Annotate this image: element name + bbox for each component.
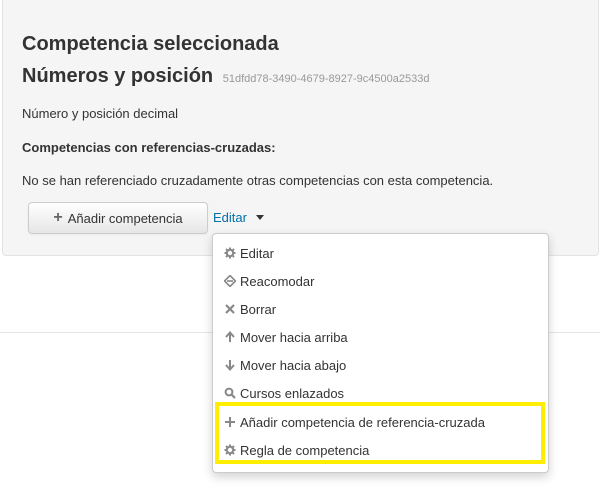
- competency-idnumber: 51dfdd78-3490-4679-8927-9c4500a2533d: [222, 73, 430, 85]
- menu-item-label: Borrar: [240, 301, 277, 317]
- edit-menu-label: Editar: [213, 210, 247, 225]
- plus-icon: +: [53, 209, 63, 226]
- menu-item-label: Mover hacia abajo: [240, 357, 347, 373]
- arrow-up-icon: [223, 330, 237, 344]
- competency-name: Números y posición: [22, 65, 214, 87]
- menu-item-reacomodar[interactable]: Reacomodar: [223, 271, 314, 291]
- search-icon: [223, 386, 237, 400]
- highlight-box: [215, 402, 545, 464]
- competency-description: Número y posición decimal: [22, 106, 179, 121]
- arrow-down-icon: [223, 358, 237, 372]
- menu-item-label: Cursos enlazados: [240, 385, 345, 401]
- move-icon: [223, 274, 237, 288]
- menu-item-borrar[interactable]: Borrar: [223, 299, 276, 319]
- menu-item-mover-arriba[interactable]: Mover hacia arriba: [223, 327, 348, 347]
- crossref-title: Competencias con referencias-cruzadas:: [22, 140, 276, 155]
- menu-item-cursos-enlazados[interactable]: Cursos enlazados: [223, 383, 344, 403]
- competency-name-heading: Números y posición 51dfdd78-3490-4679-89…: [22, 65, 429, 88]
- menu-item-editar[interactable]: Editar: [223, 243, 274, 263]
- add-competency-label: Añadir competencia: [67, 210, 183, 226]
- menu-item-label: Editar: [240, 245, 274, 261]
- edit-menu-toggle[interactable]: Editar: [213, 210, 264, 225]
- menu-item-mover-abajo[interactable]: Mover hacia abajo: [223, 355, 346, 375]
- close-icon: [223, 302, 237, 316]
- crossref-empty-text: No se han referenciado cruzadamente otra…: [22, 173, 494, 188]
- caret-down-icon: [255, 215, 264, 220]
- gear-icon: [223, 246, 237, 260]
- menu-item-label: Reacomodar: [240, 273, 315, 289]
- menu-item-label: Mover hacia arriba: [240, 329, 348, 345]
- page-title: Competencia seleccionada: [22, 33, 279, 55]
- add-competency-button[interactable]: + Añadir competencia: [28, 202, 208, 234]
